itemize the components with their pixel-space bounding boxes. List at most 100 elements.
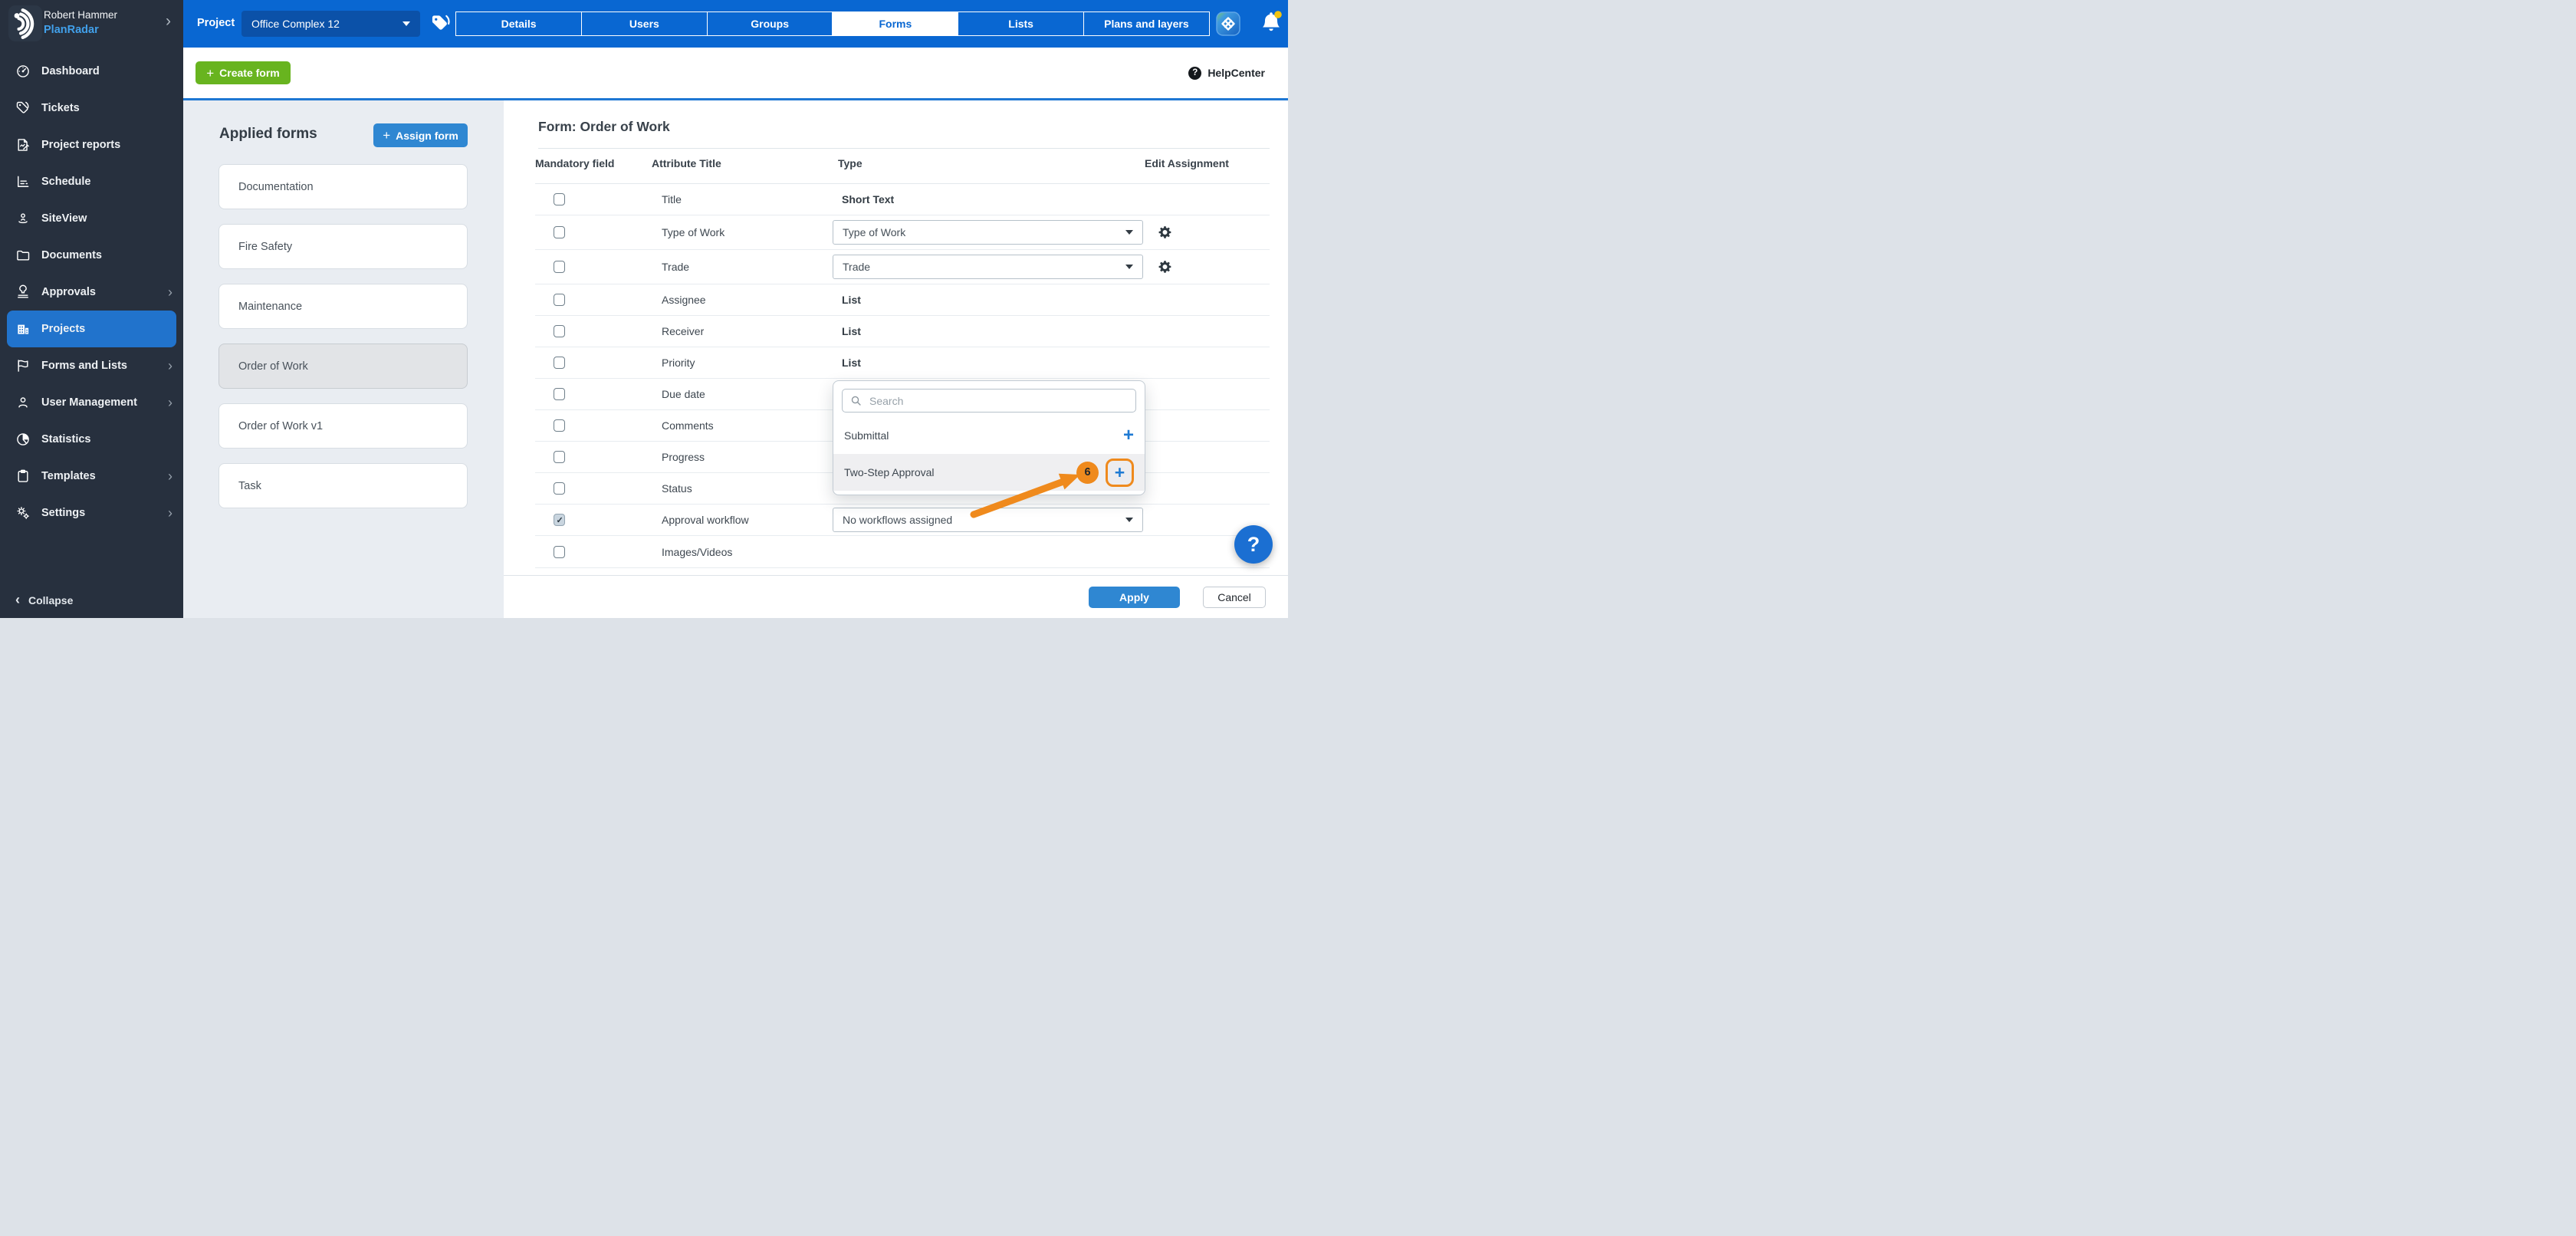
popup-option-two-step-approval[interactable]: Two-Step Approval 6 +: [833, 454, 1145, 491]
top-bar: Project Office Complex 12 DetailsUsersGr…: [183, 0, 1288, 48]
applied-form-card-task[interactable]: Task: [219, 463, 468, 508]
form-card-label: Task: [238, 480, 261, 492]
form-title: Form: Order of Work: [538, 119, 670, 135]
sidebar-item-settings[interactable]: Settings ›: [0, 495, 183, 531]
popup-options: Submittal + Two-Step Approval 6 +: [833, 417, 1145, 491]
tab-plans-and-layers[interactable]: Plans and layers: [1083, 12, 1210, 36]
form-detail-panel: Form: Order of Work Mandatory field Attr…: [504, 100, 1288, 618]
search-input[interactable]: [868, 394, 1128, 408]
applied-form-card-order-of-work-v1[interactable]: Order of Work v1: [219, 403, 468, 449]
applied-forms-title: Applied forms: [219, 126, 317, 143]
tab-groups[interactable]: Groups: [707, 12, 833, 36]
add-workflow-button-highlighted[interactable]: +: [1106, 459, 1134, 487]
type-select-value: No workflows assigned: [843, 514, 952, 526]
mandatory-checkbox[interactable]: [554, 388, 565, 400]
sidebar: Robert Hammer PlanRadar › Dashboard Tick…: [0, 0, 183, 618]
sidebar-item-approvals[interactable]: Approvals ›: [0, 274, 183, 311]
notifications-bell-icon[interactable]: [1260, 10, 1283, 36]
mandatory-checkbox[interactable]: [554, 482, 565, 495]
attribute-title-cell: Type of Work: [662, 226, 724, 238]
tab-forms[interactable]: Forms: [832, 12, 958, 36]
table-row-images-videos: Images/Videos: [535, 536, 1270, 568]
form-card-label: Fire Safety: [238, 241, 292, 253]
apply-button[interactable]: Apply: [1089, 587, 1180, 608]
attribute-title-cell: Approval workflow: [662, 514, 749, 526]
tag-icon[interactable]: [431, 14, 452, 34]
type-select[interactable]: Type of Work: [833, 220, 1143, 245]
applied-form-card-fire-safety[interactable]: Fire Safety: [219, 224, 468, 269]
create-form-button[interactable]: + Create form: [196, 61, 291, 84]
tab-users[interactable]: Users: [581, 12, 708, 36]
popup-option-label: Submittal: [844, 429, 889, 442]
plus-icon: +: [206, 67, 214, 80]
sidebar-item-tickets[interactable]: Tickets: [0, 90, 183, 127]
project-reports-icon: [15, 137, 31, 153]
planradar-logo-icon: [8, 5, 42, 41]
chevron-right-icon: ›: [168, 284, 172, 301]
mandatory-checkbox[interactable]: [554, 514, 565, 526]
sidebar-item-forms-and-lists[interactable]: Forms and Lists ›: [0, 347, 183, 384]
planradar-app-window: Robert Hammer PlanRadar › Dashboard Tick…: [0, 0, 1288, 618]
mandatory-checkbox[interactable]: [554, 419, 565, 432]
col-type: Type: [838, 157, 863, 169]
sidebar-item-projects[interactable]: Projects: [7, 311, 176, 347]
help-center-button[interactable]: ? HelpCenter: [1188, 67, 1265, 80]
mandatory-checkbox[interactable]: [554, 261, 565, 273]
sidebar-item-project-reports[interactable]: Project reports: [0, 127, 183, 163]
chevron-right-icon: ›: [168, 358, 172, 374]
popup-option-submittal[interactable]: Submittal +: [833, 417, 1145, 454]
table-row-trade: Trade Trade: [535, 250, 1270, 284]
gear-icon[interactable]: [1158, 260, 1172, 274]
gear-icon[interactable]: [1158, 225, 1172, 240]
mandatory-checkbox[interactable]: [554, 357, 565, 369]
sidebar-item-schedule[interactable]: Schedule: [0, 163, 183, 200]
blue-divider: [183, 98, 1288, 100]
floating-help-button[interactable]: ?: [1234, 525, 1273, 564]
popup-search-box[interactable]: [842, 389, 1136, 413]
tab-lists[interactable]: Lists: [958, 12, 1084, 36]
mandatory-checkbox[interactable]: [554, 451, 565, 463]
sidebar-item-statistics[interactable]: Statistics: [0, 421, 183, 458]
table-row-type-of-work: Type of Work Type of Work: [535, 215, 1270, 250]
type-select[interactable]: No workflows assigned: [833, 508, 1143, 532]
tickets-icon: [15, 100, 31, 116]
sidebar-expand-chevron-icon[interactable]: ›: [166, 13, 171, 29]
chevron-down-icon: [1125, 230, 1133, 235]
sidebar-header[interactable]: Robert Hammer PlanRadar ›: [0, 0, 183, 48]
mandatory-checkbox[interactable]: [554, 226, 565, 238]
type-select[interactable]: Trade: [833, 255, 1143, 279]
applied-form-card-documentation[interactable]: Documentation: [219, 164, 468, 209]
sidebar-item-user-management[interactable]: User Management ›: [0, 384, 183, 421]
project-label: Project: [197, 17, 235, 29]
add-workflow-button[interactable]: +: [1123, 426, 1134, 445]
cancel-button[interactable]: Cancel: [1203, 587, 1266, 608]
sidebar-item-siteview[interactable]: SiteView: [0, 200, 183, 237]
popup-option-label: Two-Step Approval: [844, 466, 935, 478]
assign-form-button[interactable]: + Assign form: [373, 123, 468, 147]
mandatory-checkbox[interactable]: [554, 546, 565, 558]
table-row-approval-workflow: Approval workflow No workflows assigned: [535, 505, 1270, 536]
project-select[interactable]: Office Complex 12: [242, 11, 420, 37]
app-switcher-icon[interactable]: [1216, 12, 1240, 36]
type-select-value: Trade: [843, 261, 870, 273]
sidebar-item-templates[interactable]: Templates ›: [0, 458, 183, 495]
attribute-title-cell: Assignee: [662, 294, 706, 306]
project-tabs: DetailsUsersGroupsFormsListsPlans and la…: [455, 12, 1210, 36]
sidebar-item-documents[interactable]: Documents: [0, 237, 183, 274]
mandatory-checkbox[interactable]: [554, 325, 565, 337]
user-name: Robert Hammer: [44, 9, 117, 21]
applied-form-card-maintenance[interactable]: Maintenance: [219, 284, 468, 329]
attribute-title-cell: Receiver: [662, 325, 704, 337]
chevron-down-icon: [402, 21, 410, 26]
tab-details[interactable]: Details: [455, 12, 582, 36]
attribute-table: Title Short Text Type of Work Type of Wo…: [535, 184, 1270, 568]
mandatory-checkbox[interactable]: [554, 193, 565, 205]
applied-form-card-order-of-work[interactable]: Order of Work: [219, 344, 468, 389]
mandatory-checkbox[interactable]: [554, 294, 565, 306]
attribute-title-cell: Status: [662, 482, 692, 495]
chevron-left-icon: ‹: [15, 592, 20, 608]
chevron-down-icon: [1125, 265, 1133, 269]
sidebar-collapse-button[interactable]: ‹ Collapse: [15, 592, 73, 608]
table-header: Mandatory field Attribute Title Type Edi…: [535, 157, 1270, 184]
sidebar-item-dashboard[interactable]: Dashboard: [0, 53, 183, 90]
